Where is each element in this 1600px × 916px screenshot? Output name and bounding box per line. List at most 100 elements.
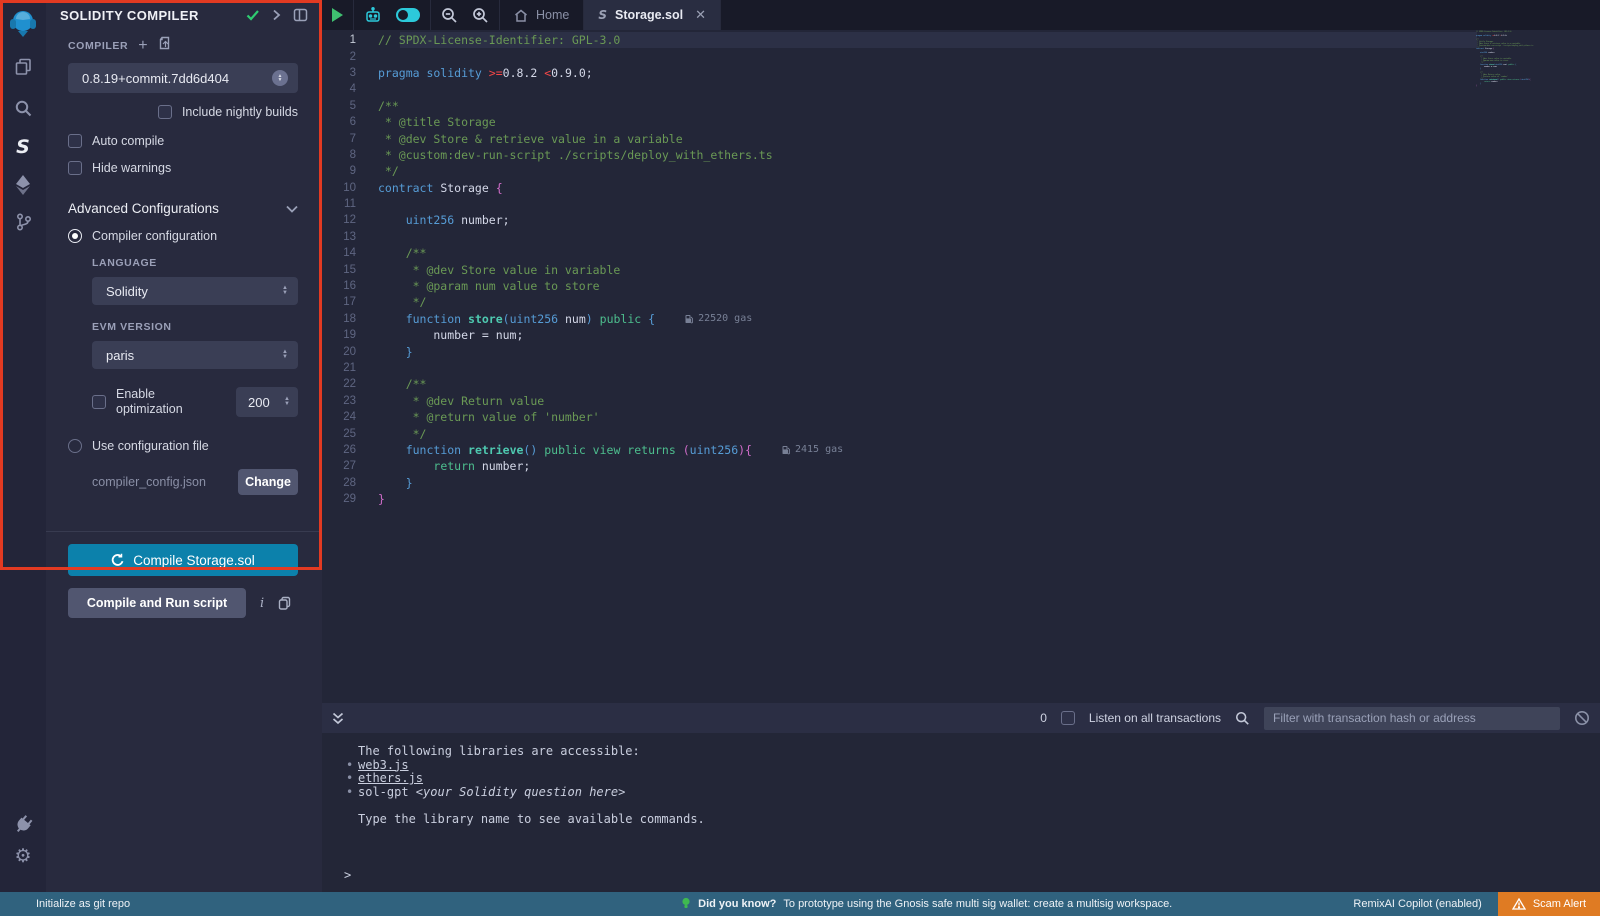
line-number: 28 [322, 477, 378, 489]
hide-warnings-label: Hide warnings [92, 161, 171, 175]
copilot-toggle[interactable] [396, 8, 420, 22]
settings-gear-icon[interactable]: ⚙ [0, 844, 46, 868]
code-line[interactable]: 17 */ [322, 294, 1600, 310]
code-line[interactable]: 3pragma solidity >=0.8.2 <0.9.0; [322, 65, 1600, 81]
auto-compile-checkbox[interactable] [68, 134, 82, 148]
code-line[interactable]: 4 [322, 81, 1600, 97]
zoom-out-icon[interactable] [441, 7, 458, 24]
code-line[interactable]: 18 function store(uint256 num) public {2… [322, 311, 1600, 327]
listen-transactions-checkbox[interactable] [1061, 711, 1075, 725]
scam-alert-button[interactable]: Scam Alert [1498, 892, 1600, 916]
code-text: contract Storage { [378, 181, 503, 195]
language-value: Solidity [106, 284, 282, 299]
optimization-runs-input[interactable]: 200 ▲▼ [236, 387, 298, 417]
code-line[interactable]: 25 */ [322, 425, 1600, 441]
clear-console-icon[interactable] [1574, 710, 1590, 726]
solidity-compiler-icon[interactable]: S [0, 132, 46, 162]
code-line[interactable]: 12 uint256 number; [322, 212, 1600, 228]
deploy-run-icon[interactable] [0, 172, 46, 198]
code-line[interactable]: 1// SPDX-License-Identifier: GPL-3.0 [322, 32, 1600, 48]
code-line[interactable]: 13 [322, 229, 1600, 245]
tab-storage-sol[interactable]: S Storage.sol ✕ [584, 0, 721, 30]
play-icon[interactable] [332, 8, 343, 22]
code-text: return number; [378, 459, 530, 473]
terminal-toolbar: 0 Listen on all transactions [322, 703, 1600, 733]
config-file-name[interactable]: compiler_config.json [92, 475, 238, 489]
line-number: 23 [322, 395, 378, 407]
use-configuration-file-radio[interactable] [68, 439, 82, 453]
code-line[interactable]: 9 */ [322, 163, 1600, 179]
transaction-count-badge: 0 [1040, 711, 1047, 725]
compile-button[interactable]: Compile Storage.sol [68, 544, 298, 576]
line-number: 22 [322, 378, 378, 390]
compile-and-run-button[interactable]: Compile and Run script [68, 588, 246, 618]
web3js-link[interactable]: web3.js [358, 758, 409, 772]
code-line[interactable]: 24 * @return value of 'number' [322, 409, 1600, 425]
enable-optimization-checkbox[interactable] [92, 395, 106, 409]
line-number: 26 [322, 444, 378, 456]
code-line[interactable]: 28 } [322, 475, 1600, 491]
code-line[interactable]: 26 function retrieve() public view retur… [322, 442, 1600, 458]
line-number: 19 [322, 329, 378, 341]
language-select[interactable]: Solidity ▲▼ [92, 277, 298, 305]
minimap[interactable]: // SPDX-License-Identifier: GPL-3.0pragm… [1476, 32, 1588, 88]
ethersjs-link[interactable]: ethers.js [358, 771, 423, 785]
status-right: RemixAI Copilot (enabled) Scam Alert [1353, 892, 1600, 916]
open-compiler-file-icon[interactable] [158, 36, 171, 55]
copy-icon[interactable] [278, 596, 291, 610]
compiler-version-select[interactable]: 0.8.19+commit.7dd6d404 ▲▼ [68, 63, 298, 93]
code-line[interactable]: 15 * @dev Store value in variable [322, 261, 1600, 277]
file-explorer-icon[interactable] [0, 54, 46, 78]
did-you-know-tip: Did you know? To prototype using the Gno… [500, 897, 1353, 911]
plugin-manager-icon[interactable] [0, 812, 46, 836]
tab-home[interactable]: Home [500, 0, 584, 30]
pin-panel-icon[interactable] [293, 8, 308, 22]
terminal-expand-chevrons-icon[interactable] [332, 712, 344, 725]
code-line[interactable]: 22 /** [322, 376, 1600, 392]
ai-robot-icon[interactable] [364, 7, 382, 24]
code-line[interactable]: 21 [322, 360, 1600, 376]
code-text: // SPDX-License-Identifier: GPL-3.0 [378, 33, 620, 47]
search-icon[interactable] [0, 96, 46, 120]
git-init-action[interactable]: Initialize as git repo [0, 898, 500, 910]
minimap-line[interactable]: } [1476, 86, 1588, 88]
terminal-output[interactable]: The following libraries are accessible: … [322, 733, 1600, 892]
compiler-configuration-radio[interactable] [68, 229, 82, 243]
code-line[interactable]: 6 * @title Storage [322, 114, 1600, 130]
git-icon[interactable] [0, 210, 46, 234]
transaction-filter-input[interactable] [1264, 707, 1560, 730]
code-line[interactable]: 11 [322, 196, 1600, 212]
info-icon[interactable]: i [260, 596, 264, 611]
hide-warnings-checkbox[interactable] [68, 161, 82, 175]
zoom-in-icon[interactable] [472, 7, 489, 24]
code-line[interactable]: 14 /** [322, 245, 1600, 261]
code-line[interactable]: 20 } [322, 343, 1600, 359]
tab-close-icon[interactable]: ✕ [695, 7, 706, 23]
terminal-prompt[interactable]: > [344, 869, 1600, 883]
code-line[interactable]: 19 number = num; [322, 327, 1600, 343]
code-line[interactable]: 16 * @param num value to store [322, 278, 1600, 294]
code-line[interactable]: 23 * @dev Return value [322, 393, 1600, 409]
code-text: number = num; [378, 328, 523, 342]
advanced-chevron-down-icon[interactable] [286, 205, 298, 213]
code-line[interactable]: 8 * @custom:dev-run-script ./scripts/dep… [322, 147, 1600, 163]
code-line[interactable]: 10contract Storage { [322, 180, 1600, 196]
code-editor[interactable]: 1// SPDX-License-Identifier: GPL-3.023pr… [322, 30, 1600, 703]
compile-success-check-icon [246, 9, 260, 21]
evm-version-select[interactable]: paris ▲▼ [92, 341, 298, 369]
include-nightly-checkbox[interactable] [158, 105, 172, 119]
change-config-button[interactable]: Change [238, 469, 298, 495]
code-line[interactable]: 27 return number; [322, 458, 1600, 474]
run-group [322, 0, 354, 30]
terminal-search-icon[interactable] [1235, 711, 1250, 726]
runs-stepper-arrows[interactable]: ▲▼ [284, 397, 290, 407]
advanced-configurations-title[interactable]: Advanced Configurations [68, 201, 286, 216]
panel-collapse-chevron-icon[interactable] [272, 9, 281, 21]
remix-logo[interactable] [0, 6, 46, 44]
code-line[interactable]: 5/** [322, 98, 1600, 114]
add-custom-compiler-icon[interactable]: + [138, 40, 147, 52]
code-line[interactable]: 7 * @dev Store & retrieve value in a var… [322, 130, 1600, 146]
code-line[interactable]: 2 [322, 48, 1600, 64]
copilot-status[interactable]: RemixAI Copilot (enabled) [1353, 898, 1481, 910]
code-line[interactable]: 29} [322, 491, 1600, 507]
